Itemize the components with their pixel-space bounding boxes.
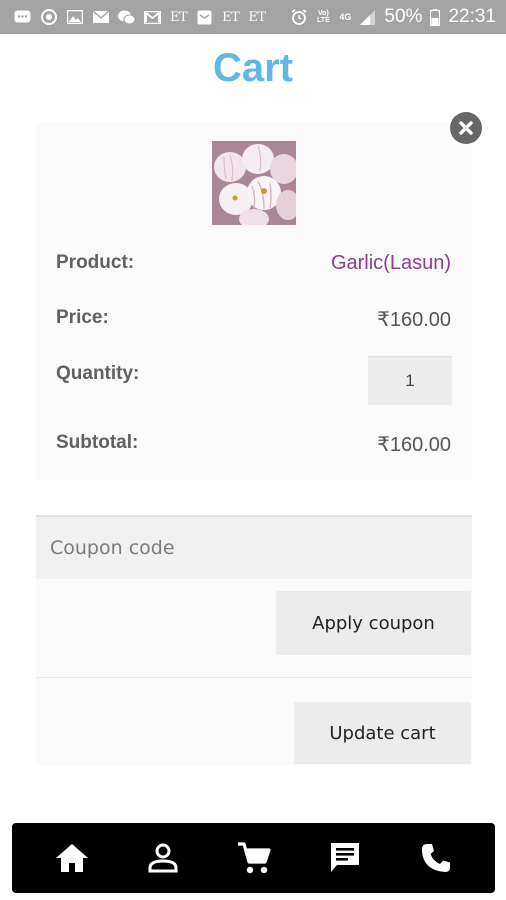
account-icon — [148, 843, 177, 873]
subtotal-value: ₹160.00 — [377, 434, 451, 456]
phone-icon — [421, 844, 450, 872]
clock: 22:31 — [448, 6, 496, 27]
chat-icon — [330, 843, 359, 872]
close-icon — [459, 121, 473, 135]
mail-icon — [92, 9, 109, 25]
cart-icon — [237, 842, 271, 874]
carrier-text-2: ET — [222, 9, 240, 25]
battery-percent: 50% — [384, 6, 423, 27]
remove-item-button[interactable] — [450, 112, 482, 144]
status-bar: ET ET ET Vo) LTE 4G 50% 22:31 — [0, 0, 506, 34]
nav-cart[interactable] — [232, 836, 276, 880]
battery-icon — [430, 8, 441, 26]
home-icon — [55, 844, 88, 872]
subtotal-label: Subtotal: — [56, 432, 139, 453]
message-icon — [14, 9, 31, 25]
carrier-text-3: ET — [248, 9, 266, 25]
divider — [36, 677, 472, 678]
wechat-icon — [118, 9, 135, 25]
nav-chat[interactable] — [323, 836, 367, 880]
gmail-icon — [144, 9, 161, 25]
price-value: ₹160.00 — [377, 309, 451, 331]
notification-icons: ET ET ET — [14, 9, 266, 25]
quantity-input[interactable]: 1 — [368, 356, 452, 405]
bottom-navigation — [12, 823, 495, 893]
quantity-label: Quantity: — [56, 363, 140, 384]
page-title: Cart — [212, 46, 294, 90]
system-icons: Vo) LTE 4G 50% 22:31 — [290, 6, 496, 28]
carrier-text-1: ET — [170, 9, 188, 25]
price-label: Price: — [56, 307, 109, 328]
signal-icon — [359, 9, 376, 25]
update-cart-button[interactable]: Update cart — [294, 702, 471, 764]
shield-mail-icon — [196, 9, 213, 25]
nav-home[interactable] — [50, 836, 94, 880]
target-icon — [40, 9, 57, 25]
volte-label: Vo) LTE — [317, 10, 330, 24]
alarm-icon — [290, 9, 307, 25]
apply-coupon-button[interactable]: Apply coupon — [276, 591, 471, 655]
product-image[interactable] — [212, 141, 300, 229]
coupon-code-input[interactable]: Coupon code — [36, 515, 472, 579]
nav-call[interactable] — [414, 836, 458, 880]
product-name-link[interactable]: Garlic(Lasun) — [331, 252, 451, 275]
network-label: 4G — [339, 11, 352, 22]
product-label: Product: — [56, 252, 135, 273]
gallery-icon — [66, 9, 83, 25]
nav-account[interactable] — [141, 836, 185, 880]
